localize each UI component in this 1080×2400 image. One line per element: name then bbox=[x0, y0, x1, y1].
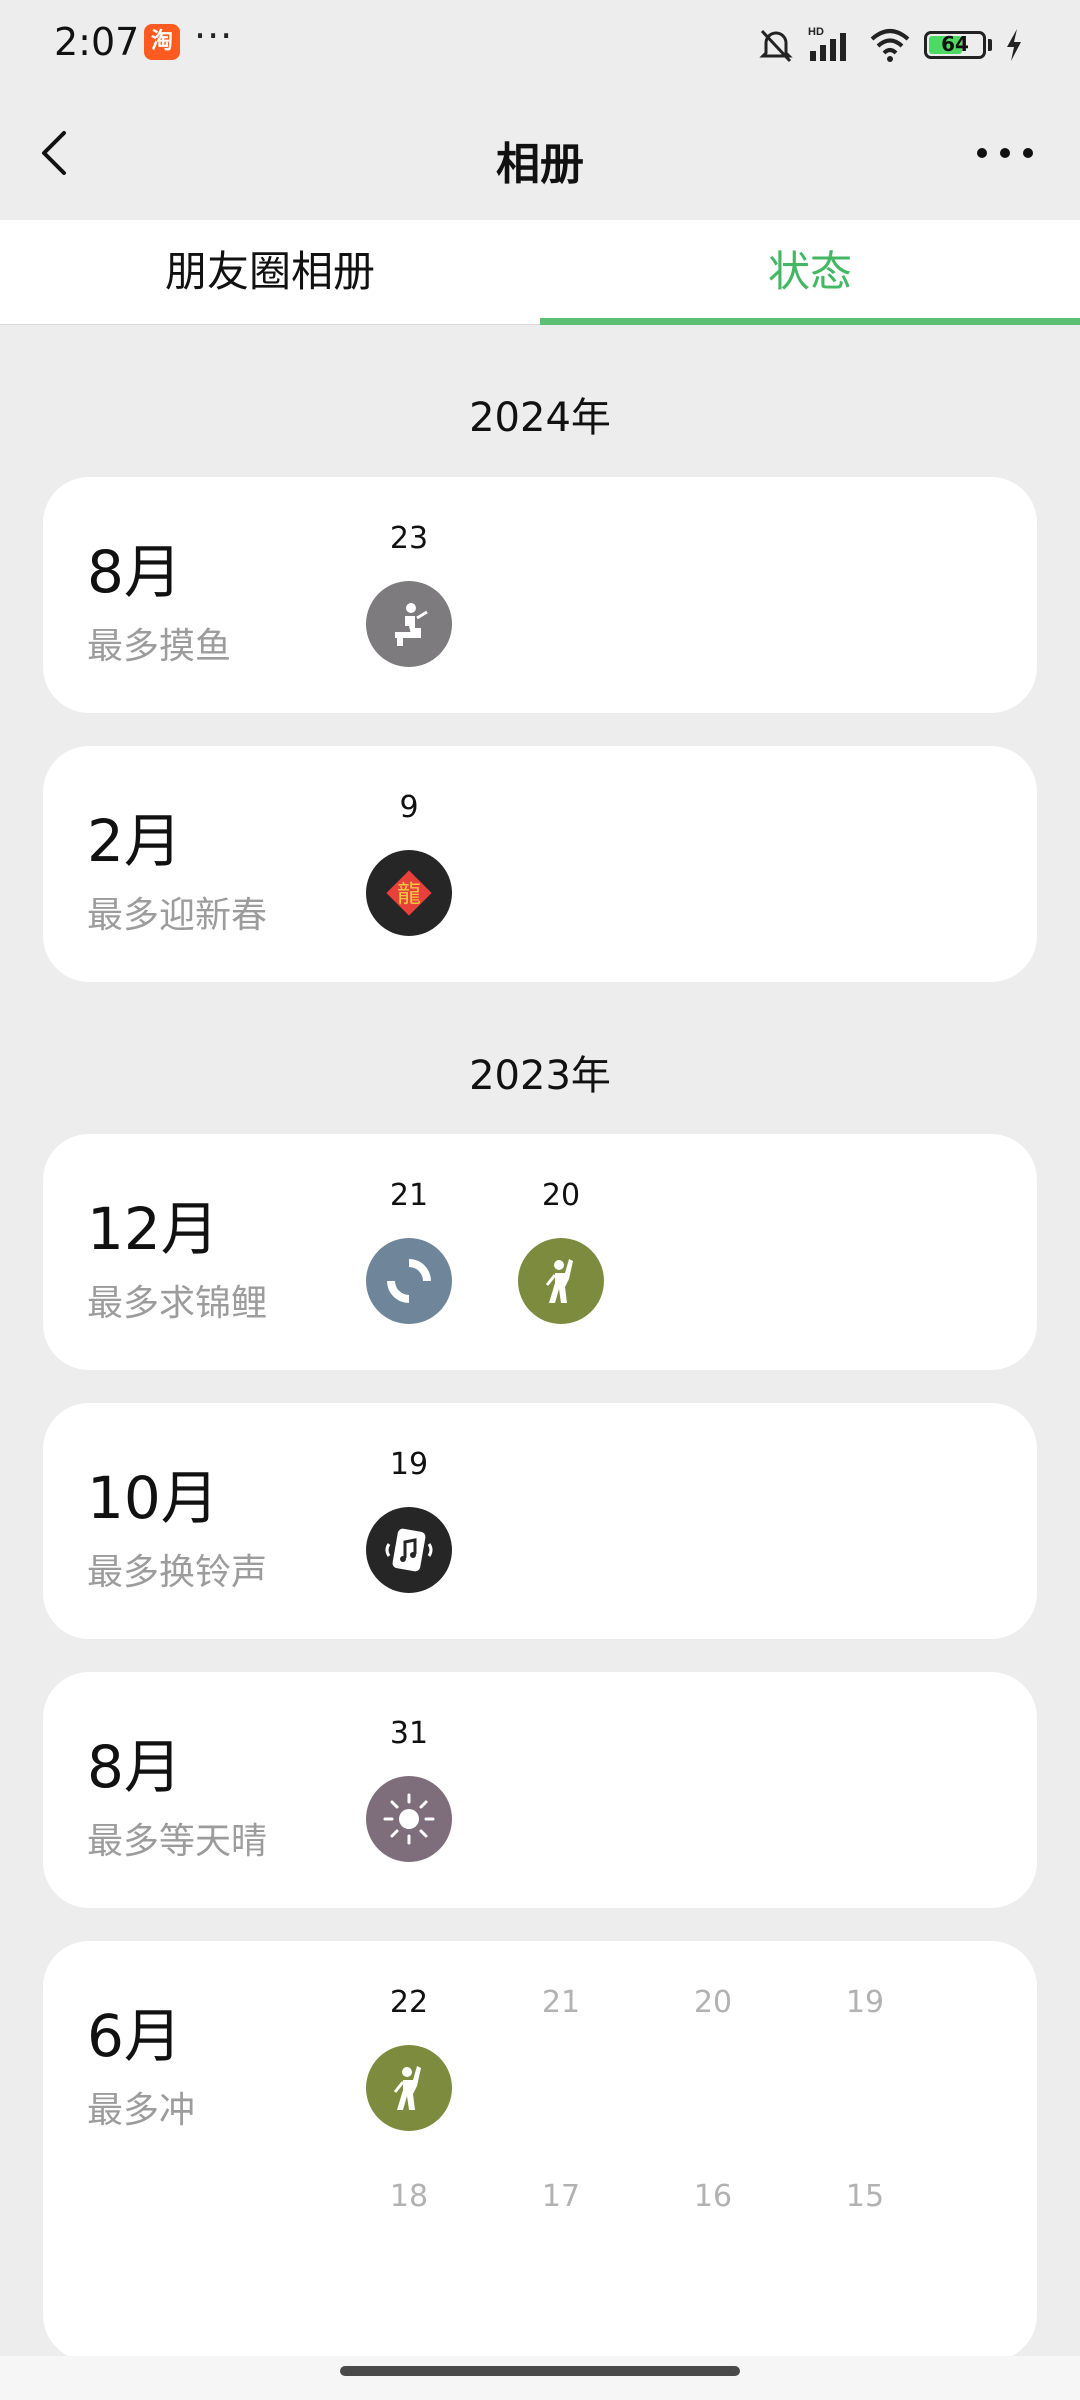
dragon-new-year-icon: 龍 bbox=[386, 870, 432, 916]
day-label: 19 bbox=[845, 1985, 885, 2020]
month-label: 12月 bbox=[87, 1195, 219, 1263]
month-label: 8月 bbox=[87, 538, 182, 606]
day-label: 20 bbox=[541, 1178, 581, 1213]
month-top-status: 最多冲 bbox=[87, 2090, 196, 2131]
month-top-status: 最多换铃声 bbox=[87, 1552, 268, 1593]
battery-icon: 64 bbox=[924, 31, 986, 59]
month-card[interactable]: 8月最多等天晴 31 bbox=[43, 1672, 1037, 1908]
month-card[interactable]: 6月最多冲 22 21 20 19 18 17 16 15 bbox=[43, 1941, 1037, 2361]
day-label: 23 bbox=[389, 521, 429, 556]
day-label: 15 bbox=[845, 2179, 885, 2214]
taobao-app-icon: 淘 bbox=[144, 24, 180, 60]
day-label: 31 bbox=[389, 1716, 429, 1751]
svg-text:HD: HD bbox=[808, 26, 824, 38]
day-label: 18 bbox=[389, 2179, 429, 2214]
month-card[interactable]: 10月最多换铃声 19 bbox=[43, 1403, 1037, 1639]
nav-bar: 相册 bbox=[0, 90, 1080, 220]
status-badge[interactable] bbox=[518, 1238, 604, 1324]
month-card[interactable]: 8月最多摸鱼 23 bbox=[43, 477, 1037, 713]
wifi-icon bbox=[870, 29, 910, 62]
status-badge[interactable]: 龍 bbox=[366, 850, 452, 936]
sun-icon bbox=[383, 1793, 435, 1845]
tab-status[interactable]: 状态 bbox=[540, 220, 1080, 325]
mute-bell-icon bbox=[759, 29, 793, 63]
month-label: 8月 bbox=[87, 1733, 182, 1801]
status-badge[interactable] bbox=[366, 1776, 452, 1862]
charging-icon bbox=[1007, 29, 1021, 61]
koi-icon bbox=[387, 1259, 431, 1303]
status-badge[interactable] bbox=[366, 1238, 452, 1324]
status-badge[interactable] bbox=[366, 581, 452, 667]
day-label: 21 bbox=[389, 1178, 429, 1213]
status-bar: 2:07 淘 ··· HD 64 bbox=[0, 0, 1080, 90]
battery-level: 64 bbox=[941, 32, 969, 56]
more-options-icon[interactable] bbox=[970, 123, 1040, 183]
day-label: 19 bbox=[389, 1447, 429, 1482]
year-header: 2024年 bbox=[469, 395, 611, 441]
month-card[interactable]: 2月最多迎新春 9 龍 bbox=[43, 746, 1037, 982]
signal-icon: HD bbox=[808, 26, 846, 61]
day-label: 17 bbox=[541, 2179, 581, 2214]
month-top-status: 最多等天晴 bbox=[87, 1821, 268, 1862]
day-label: 21 bbox=[541, 1985, 581, 2020]
month-card[interactable]: 12月最多求锦鲤 21 20 bbox=[43, 1134, 1037, 1370]
cheer-icon bbox=[545, 1259, 573, 1303]
status-badge[interactable] bbox=[366, 1507, 452, 1593]
status-icons: HD 64 bbox=[756, 20, 1024, 70]
notification-more-icon: ··· bbox=[194, 14, 234, 58]
month-top-status: 最多求锦鲤 bbox=[87, 1283, 268, 1324]
ringtone-icon bbox=[385, 1528, 433, 1572]
day-label: 16 bbox=[693, 2179, 733, 2214]
slacking-icon bbox=[395, 603, 428, 646]
tab-bar: 朋友圈相册 状态 bbox=[0, 220, 1080, 325]
status-time: 2:07 bbox=[54, 20, 140, 64]
bottom-strip bbox=[0, 2356, 1080, 2400]
status-badge[interactable] bbox=[366, 2045, 452, 2131]
month-label: 6月 bbox=[87, 2002, 182, 2070]
day-label: 22 bbox=[389, 1985, 429, 2020]
cheer-icon bbox=[393, 2066, 421, 2110]
svg-text:龍: 龍 bbox=[397, 880, 421, 908]
page-title: 相册 bbox=[496, 139, 584, 190]
month-top-status: 最多迎新春 bbox=[87, 895, 268, 936]
day-label: 9 bbox=[399, 790, 419, 825]
month-label: 2月 bbox=[87, 807, 182, 875]
month-label: 10月 bbox=[87, 1464, 219, 1532]
battery-tip bbox=[988, 39, 992, 51]
month-top-status: 最多摸鱼 bbox=[87, 626, 232, 667]
day-label: 20 bbox=[693, 1985, 733, 2020]
home-indicator[interactable] bbox=[340, 2366, 740, 2376]
tab-moments-album[interactable]: 朋友圈相册 bbox=[0, 220, 540, 324]
year-header: 2023年 bbox=[469, 1053, 611, 1099]
